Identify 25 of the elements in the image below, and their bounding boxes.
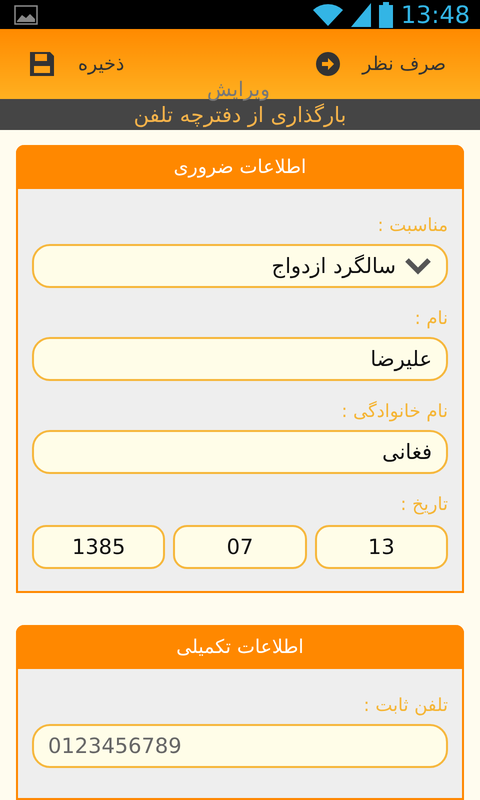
field-label: تاریخ : — [400, 494, 448, 516]
screen-title: ویرایش — [207, 77, 270, 102]
save-button[interactable]: ذخیره — [24, 46, 128, 82]
field-label: نام خانوادگی : — [341, 401, 448, 422]
card-header: اطلاعات تکمیلی — [16, 625, 464, 670]
cancel-button[interactable]: صرف نظر — [312, 48, 450, 80]
arrow-circle-icon — [316, 52, 340, 76]
picture-icon — [14, 4, 38, 25]
input-field[interactable]: 0123456789 — [32, 724, 448, 768]
signal-icon — [350, 2, 371, 27]
date-field[interactable]: 1385 — [32, 525, 166, 570]
field-label: مناسبت : — [377, 215, 448, 236]
status-time: 13:48 — [400, 0, 470, 29]
battery-icon — [378, 2, 393, 28]
field-label: نام : — [414, 308, 448, 330]
date-field[interactable]: 13 — [314, 525, 448, 570]
card-header: اطلاعات ضروری — [16, 145, 464, 190]
input-field[interactable]: علیرضا — [32, 337, 448, 382]
date-field[interactable]: 07 — [173, 525, 307, 570]
chevron-down-icon — [404, 257, 432, 276]
field-label: تلفن ثابت : — [364, 695, 448, 716]
import-contacts-button[interactable]: بارگذاری از دفترچه تلفن — [0, 99, 480, 130]
wifi-icon — [312, 2, 343, 27]
input-field[interactable]: فغانی — [32, 430, 448, 474]
dropdown-field[interactable]: سالگرد ازدواج — [32, 244, 448, 288]
